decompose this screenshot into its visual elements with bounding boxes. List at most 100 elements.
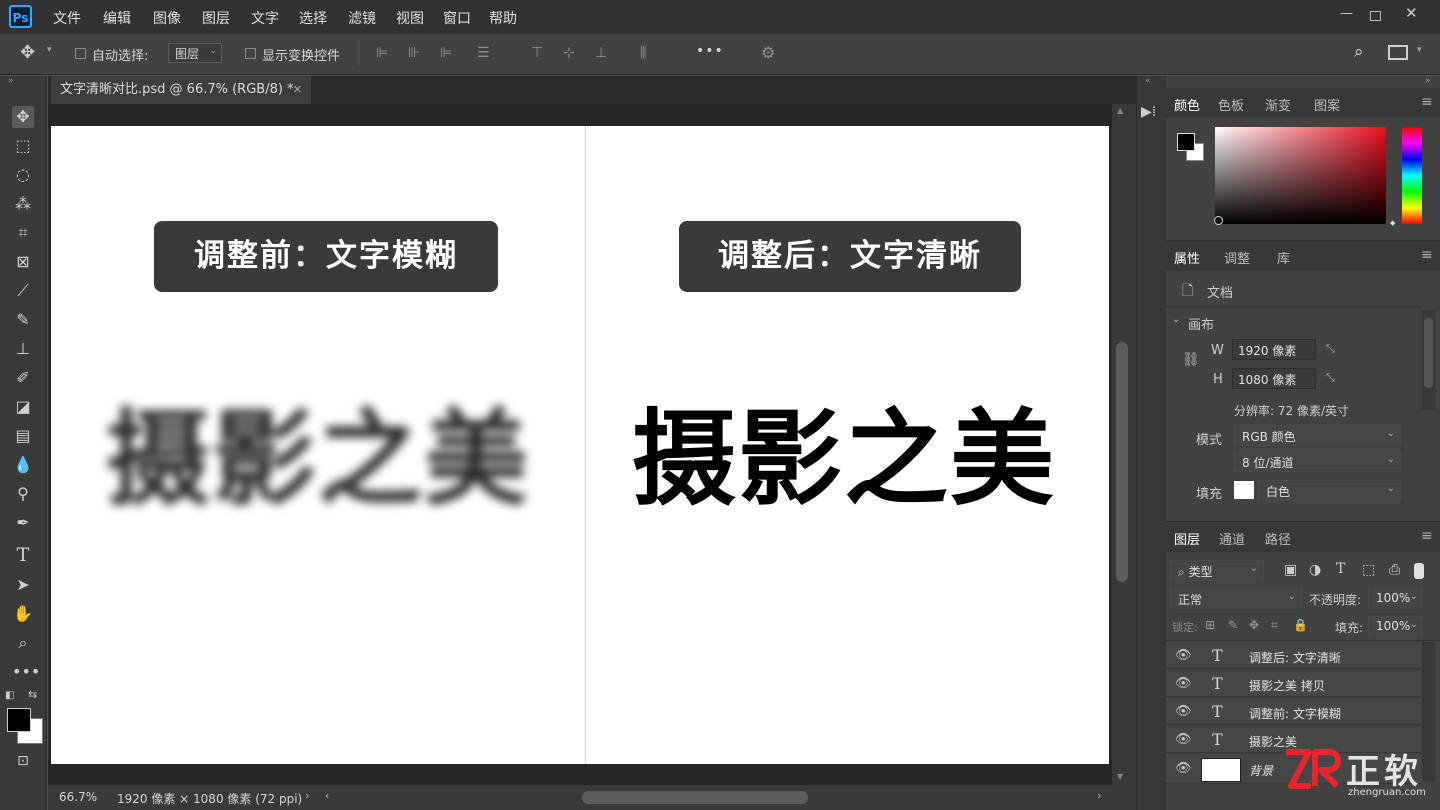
- info-menu-chevron-icon[interactable]: ›: [305, 789, 309, 802]
- zoom-level[interactable]: 66.7%: [59, 790, 97, 804]
- panel-foreground-swatch[interactable]: [1177, 133, 1195, 151]
- vertical-scroll-thumb[interactable]: [1116, 342, 1128, 582]
- visibility-eye-icon[interactable]: 👁: [1175, 648, 1192, 663]
- tab-channels[interactable]: 通道: [1219, 529, 1245, 548]
- frame-tool[interactable]: ⊠: [12, 251, 34, 273]
- align-top-icon[interactable]: ⊤: [531, 45, 543, 61]
- marquee-tool[interactable]: ⬚: [12, 135, 34, 157]
- blur-tool[interactable]: 💧: [12, 454, 34, 476]
- history-brush-tool[interactable]: ✐: [12, 367, 34, 389]
- hand-tool[interactable]: ✋: [12, 603, 34, 625]
- color-panel-menu-icon[interactable]: ≡: [1421, 94, 1433, 110]
- align-center-icon[interactable]: ⊪: [408, 45, 420, 61]
- foreground-color-swatch[interactable]: [7, 708, 31, 732]
- tab-properties[interactable]: 属性: [1174, 248, 1200, 267]
- menu-select[interactable]: 选择: [299, 8, 327, 28]
- layer-name[interactable]: 调整前: 文字模糊: [1249, 705, 1341, 722]
- menu-file[interactable]: 文件: [53, 8, 81, 28]
- width-field[interactable]: 1920 像素: [1232, 339, 1316, 360]
- tab-swatches[interactable]: 色板: [1218, 95, 1244, 114]
- blend-mode-select[interactable]: 正常 ⌄: [1170, 588, 1302, 609]
- lasso-tool[interactable]: ◌: [12, 164, 34, 186]
- path-selection-tool[interactable]: ➤: [12, 574, 34, 596]
- lock-image-icon[interactable]: ✎: [1228, 618, 1238, 632]
- layer-name[interactable]: 调整后: 文字清晰: [1249, 649, 1341, 666]
- properties-scroll-thumb[interactable]: [1424, 318, 1433, 388]
- play-actions-icon[interactable]: ▶⁞: [1141, 104, 1156, 120]
- gradient-tool[interactable]: ▤: [12, 425, 34, 447]
- stamp-tool[interactable]: ⊥: [12, 338, 34, 360]
- opacity-field[interactable]: 100% ⌄: [1368, 588, 1422, 609]
- workspace-chevron-icon[interactable]: ▾: [1417, 45, 1422, 55]
- more-options-icon[interactable]: •••: [696, 43, 724, 59]
- collapse-tools-icon[interactable]: »: [8, 76, 14, 86]
- menu-edit[interactable]: 编辑: [103, 8, 131, 28]
- layers-scrollbar[interactable]: [1422, 642, 1435, 782]
- filter-smart-object-icon[interactable]: ⎙: [1389, 562, 1400, 578]
- tab-layers[interactable]: 图层: [1174, 529, 1200, 548]
- tab-libraries[interactable]: 库: [1277, 248, 1290, 267]
- layers-panel-menu-icon[interactable]: ≡: [1421, 528, 1433, 544]
- type-tool[interactable]: T: [12, 544, 34, 566]
- filter-type-icon[interactable]: T: [1336, 561, 1345, 577]
- distribute-icon[interactable]: ☰: [477, 45, 490, 61]
- align-middle-icon[interactable]: ⊹: [563, 45, 575, 61]
- search-icon[interactable]: ⌕: [1354, 42, 1364, 62]
- healing-brush-tool[interactable]: ✎: [12, 309, 34, 331]
- depth-select[interactable]: 8 位/通道 ⌄: [1234, 451, 1401, 472]
- mode-select[interactable]: RGB 颜色 ⌄: [1234, 425, 1401, 446]
- scroll-up-icon[interactable]: ▲: [1117, 106, 1123, 115]
- workspace-icon[interactable]: [1388, 45, 1408, 60]
- menu-layer[interactable]: 图层: [202, 8, 230, 28]
- menu-type[interactable]: 文字: [251, 8, 279, 28]
- filter-adjustment-icon[interactable]: ◑: [1309, 562, 1321, 578]
- align-bottom-icon[interactable]: ⊥: [595, 45, 607, 61]
- menu-image[interactable]: 图像: [153, 8, 181, 28]
- expand-dock-icon[interactable]: «: [1145, 76, 1151, 86]
- hue-slider[interactable]: [1402, 127, 1422, 224]
- pen-tool[interactable]: ✒: [12, 512, 34, 534]
- height-swap-icon[interactable]: ⤡: [1326, 371, 1335, 385]
- layer-name[interactable]: 背景: [1249, 762, 1273, 779]
- eyedropper-tool[interactable]: ⟋: [12, 280, 34, 302]
- default-colors-icon[interactable]: ◧: [5, 690, 14, 701]
- visibility-eye-icon[interactable]: 👁: [1175, 732, 1192, 747]
- dodge-tool[interactable]: ⚲: [12, 483, 34, 505]
- eraser-tool[interactable]: ◪: [12, 396, 34, 418]
- menu-window[interactable]: 窗口: [443, 8, 471, 28]
- tool-preset-chevron-icon[interactable]: ▾: [47, 45, 52, 55]
- fill-select[interactable]: 白色 ⌄: [1258, 480, 1401, 501]
- menu-help[interactable]: 帮助: [489, 8, 517, 28]
- lock-artboard-icon[interactable]: ⌗: [1271, 618, 1278, 633]
- hue-slider-handle-icon[interactable]: ◆: [1390, 219, 1395, 227]
- tab-color[interactable]: 颜色: [1174, 95, 1200, 114]
- fill-opacity-field[interactable]: 100% ⌄: [1368, 616, 1422, 637]
- distribute-vertical-icon[interactable]: ⫼: [640, 45, 646, 61]
- scroll-left-icon[interactable]: ‹: [325, 789, 329, 802]
- canvas-section-chevron-icon[interactable]: ⌄: [1172, 314, 1180, 325]
- document-tab[interactable]: 文字清晰对比.psd @ 66.7% (RGB/8) * ✕: [51, 76, 311, 104]
- fill-color-swatch[interactable]: [1234, 481, 1254, 499]
- tab-adjustments[interactable]: 调整: [1224, 248, 1250, 267]
- crop-tool[interactable]: ⌗: [12, 222, 34, 244]
- collapse-panels-icon[interactable]: »: [1425, 76, 1431, 86]
- filter-toggle-icon[interactable]: [1414, 563, 1424, 579]
- visibility-eye-icon[interactable]: 👁: [1175, 704, 1192, 719]
- restore-icon[interactable]: [1370, 11, 1381, 21]
- tab-patterns[interactable]: 图案: [1314, 95, 1340, 114]
- height-field[interactable]: 1080 像素: [1232, 368, 1316, 389]
- menu-filter[interactable]: 滤镜: [348, 8, 376, 28]
- close-icon[interactable]: ✕: [1405, 4, 1418, 22]
- width-swap-icon[interactable]: ⤡: [1326, 342, 1335, 356]
- canvas-section-title[interactable]: 画布: [1188, 314, 1214, 333]
- align-left-icon[interactable]: ⊫: [376, 45, 388, 61]
- horizontal-scroll-thumb[interactable]: [582, 791, 808, 804]
- quick-mask-icon[interactable]: ⊡: [12, 750, 34, 772]
- tab-paths[interactable]: 路径: [1265, 529, 1291, 548]
- filter-shape-icon[interactable]: ⬚: [1362, 562, 1375, 578]
- close-tab-icon[interactable]: ✕: [293, 76, 302, 104]
- link-dimensions-icon[interactable]: ⛓: [1182, 352, 1200, 368]
- document-info[interactable]: 1920 像素 × 1080 像素 (72 ppi): [117, 790, 302, 807]
- gear-icon[interactable]: ⚙: [761, 43, 775, 62]
- layer-name[interactable]: 摄影之美 拷贝: [1249, 677, 1325, 694]
